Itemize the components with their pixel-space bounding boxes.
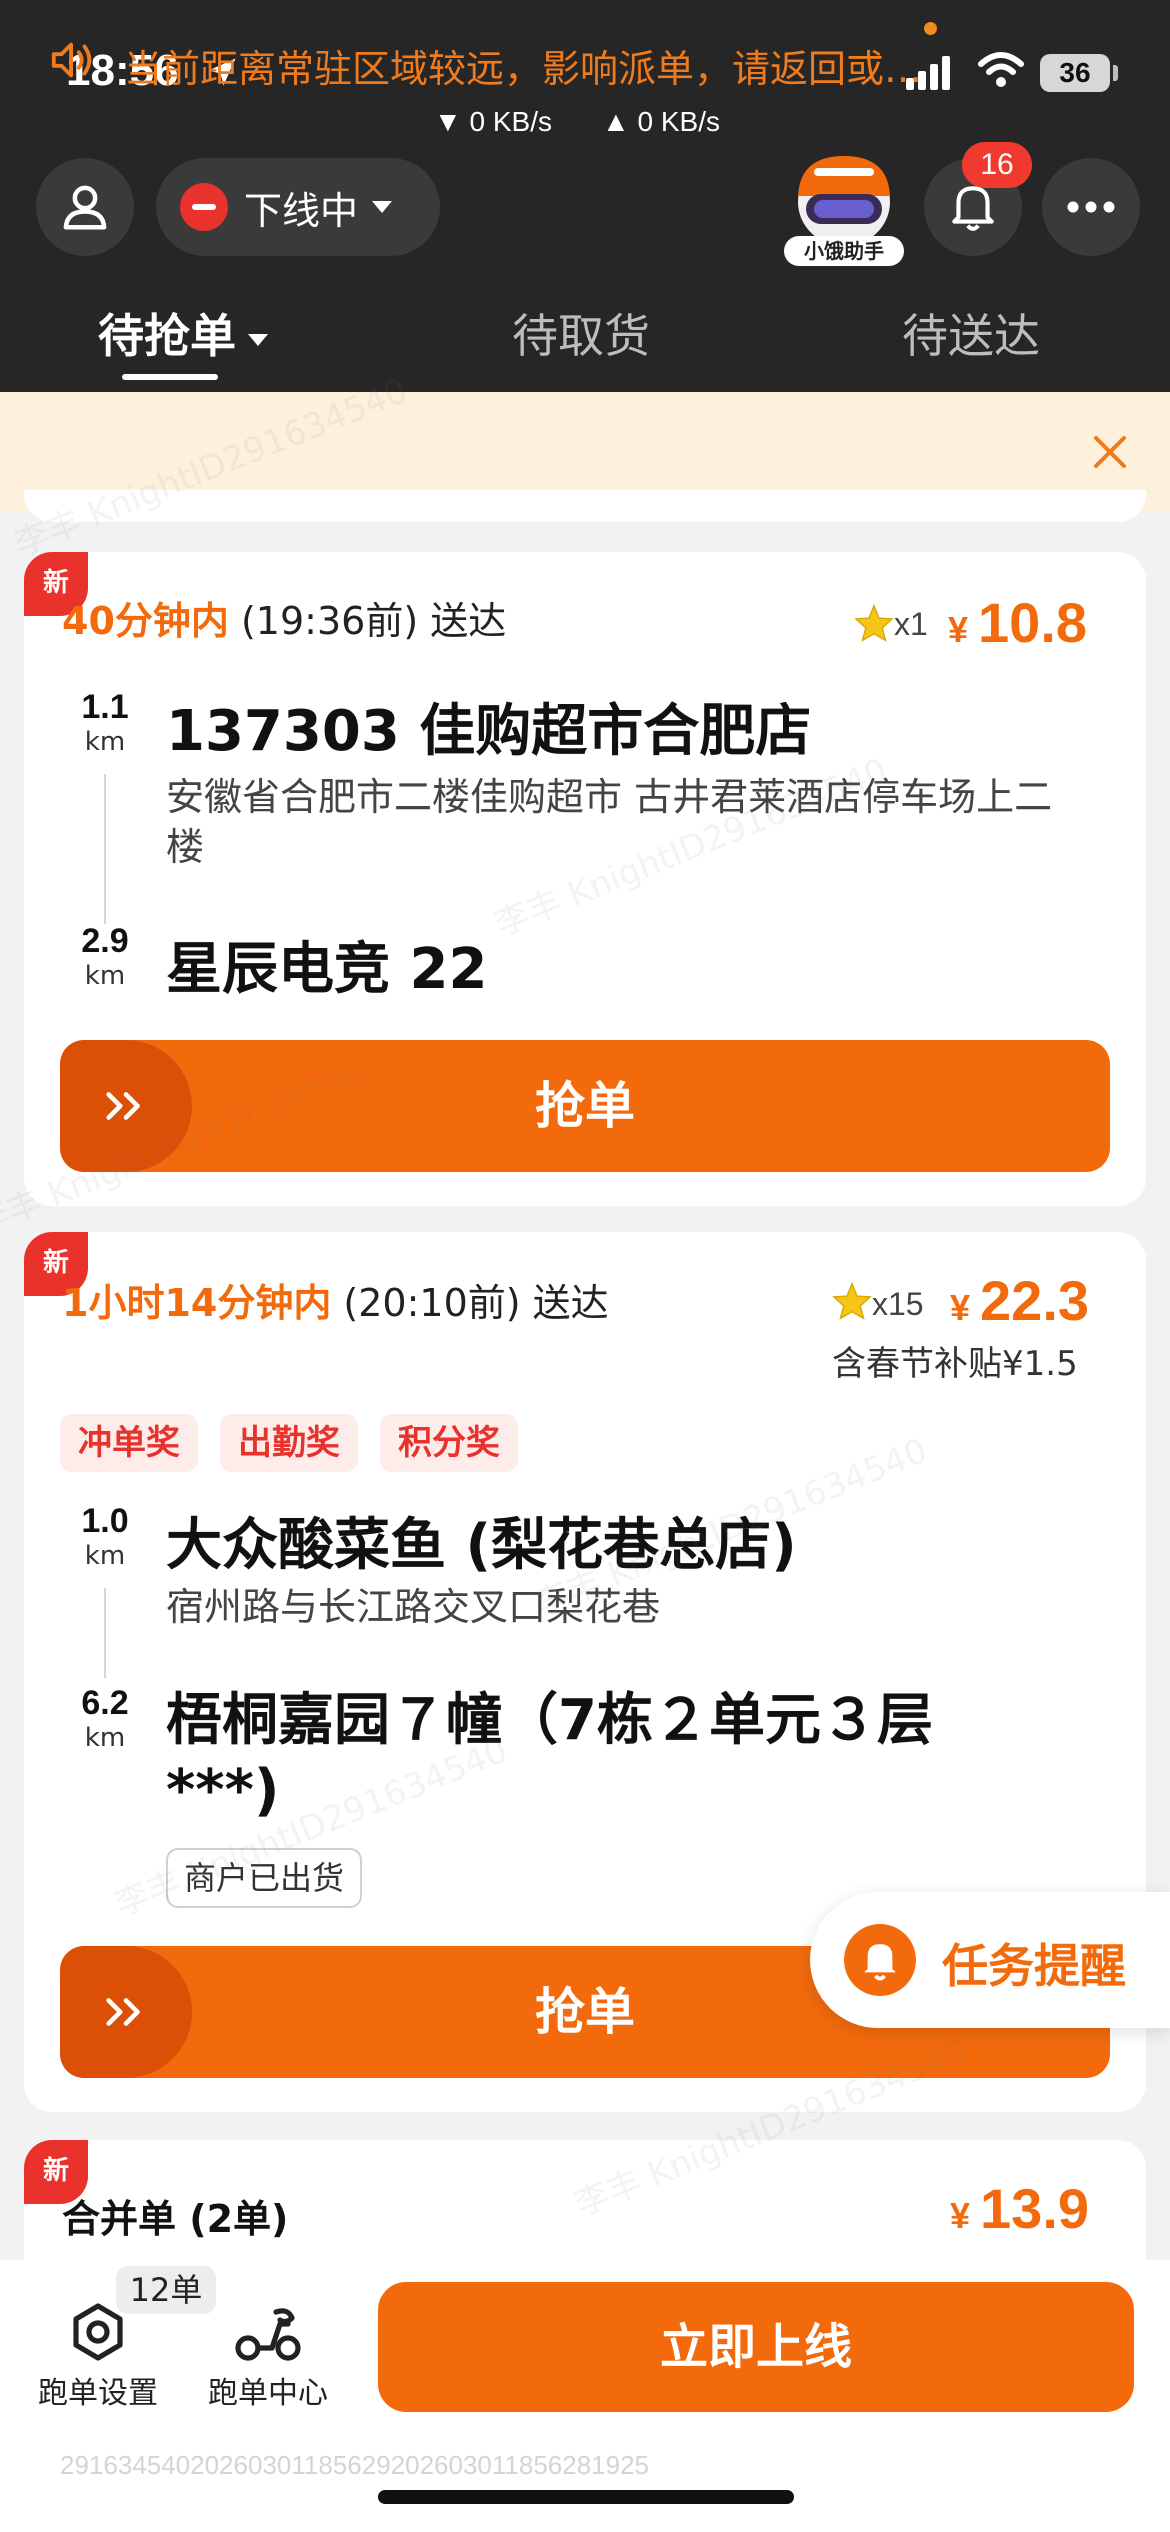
order-price: ¥22.3 [950, 1268, 1089, 1333]
merged-order-title: 合并单 (2单) [62, 2197, 289, 2241]
online-status-toggle[interactable]: 下线中 [156, 158, 440, 256]
distance-value: 1.1 [81, 688, 129, 726]
chevron-down-icon [372, 201, 393, 213]
online-status-label: 下线中 [244, 188, 359, 233]
run-settings-label: 跑单设置 [38, 2376, 158, 2411]
dropoff-name: 星辰电竞 22 [166, 937, 488, 1002]
tab-to-deliver[interactable]: 待送达 [902, 300, 1040, 366]
star-icon [854, 604, 894, 642]
delivery-deadline: (20:10前) 送达 [343, 1281, 609, 1325]
run-settings-button[interactable]: 跑单设置 [28, 2300, 168, 2412]
scooter-icon [235, 2308, 301, 2361]
reward-multiplier: x1 [894, 606, 928, 642]
close-icon[interactable] [1090, 432, 1130, 472]
more-dots-icon [1067, 201, 1115, 213]
tab-to-pickup[interactable]: 待取货 [512, 300, 650, 366]
distance-unit: km [84, 1541, 126, 1571]
distance-unit: km [84, 727, 126, 757]
task-reminder-button[interactable]: 任务提醒 [810, 1892, 1170, 2028]
price-value: 10.8 [978, 591, 1088, 654]
offline-minus-icon [180, 183, 228, 231]
run-center-label: 跑单中心 [208, 2376, 328, 2411]
route-line [104, 1588, 106, 1678]
order-price: ¥10.8 [948, 590, 1087, 655]
wifi-icon [978, 52, 1024, 87]
go-online-button[interactable]: 立即上线 [378, 2282, 1134, 2412]
distance-unit: km [84, 1723, 126, 1753]
active-tab-indicator [122, 374, 218, 380]
user-icon [63, 185, 107, 230]
run-center-button[interactable]: 跑单中心 [198, 2300, 338, 2412]
delivery-time-limit: 1小时14分钟内 [62, 1281, 332, 1325]
assistant-label: 小饿助手 [784, 236, 904, 266]
task-reminder-label: 任务提醒 [942, 1939, 1126, 1993]
pickup-distance: 1.0 km [60, 1502, 150, 1571]
reminder-bell-icon [844, 1924, 916, 1996]
order-price: ¥13.9 [950, 2176, 1089, 2241]
tab-label: 待抢单 [98, 309, 236, 363]
more-button[interactable] [1042, 158, 1140, 256]
star-icon [832, 1282, 872, 1320]
footer-id-text: 2916345402026030118562920260301185628192… [60, 2450, 649, 2480]
distance-value: 1.0 [81, 1502, 129, 1540]
delivery-time: 1小时14分钟内 (20:10前) 送达 [62, 1272, 609, 1327]
battery-indicator: 36 [1040, 54, 1110, 92]
distance-value: 6.2 [81, 1684, 129, 1722]
pickup-store-name: 137303 佳购超市合肥店 [166, 699, 812, 764]
reward-tag: 积分奖 [380, 1414, 518, 1472]
pickup-distance: 1.1 km [60, 688, 150, 757]
profile-button[interactable] [36, 158, 134, 256]
delivery-time-limit: 40分钟内 [62, 599, 229, 643]
delivery-deadline: (19:36前) 送达 [240, 599, 507, 643]
pickup-store-name: 大众酸菜鱼 (梨花巷总店) [166, 1513, 797, 1578]
grab-order-button[interactable]: 抢单 [60, 1040, 1110, 1172]
reward-multiplier: x15 [872, 1286, 924, 1322]
pickup-address: 安徽省合肥市二楼佳购超市 古井君莱酒店停车场上二楼 [166, 775, 1053, 869]
assistant-button[interactable]: 小饿助手 [784, 150, 904, 266]
notification-count-badge: 16 [962, 142, 1032, 188]
dropoff-distance: 6.2 km [60, 1684, 150, 1753]
distance-value: 2.9 [81, 922, 129, 960]
holiday-subsidy: 含春节补贴¥1.5 [832, 1344, 1078, 1384]
currency-symbol: ¥ [950, 1287, 971, 1328]
settings-hex-icon [73, 2303, 123, 2361]
robot-helmet-icon [798, 156, 890, 246]
reward-tag: 出勤奖 [220, 1414, 358, 1472]
price-value: 22.3 [980, 1269, 1090, 1332]
pickup-address: 宿州路与长江路交叉口梨花巷 [166, 1585, 661, 1629]
chevron-down-icon [248, 333, 268, 346]
merchant-status-chip: 商户已出货 [166, 1848, 363, 1908]
bell-icon [952, 186, 994, 231]
battery-nub [1113, 65, 1118, 81]
previous-order-card-edge [24, 490, 1146, 522]
dropoff-distance: 2.9 km [60, 922, 150, 991]
distance-unit: km [84, 961, 126, 991]
dropoff-name: 梧桐嘉园７幢（7栋２单元３层***) [166, 1688, 933, 1823]
speaker-icon [51, 42, 92, 78]
reward-tag: 冲单奖 [60, 1414, 198, 1472]
currency-symbol: ¥ [948, 609, 969, 650]
route-line [104, 774, 106, 924]
home-indicator[interactable] [378, 2490, 794, 2504]
delivery-time: 40分钟内 (19:36前) 送达 [62, 590, 506, 645]
grab-order-label: 抢单 [535, 1077, 635, 1135]
notice-text: 当前距离常驻区域较远，影响派单，请返回或… [124, 47, 923, 91]
download-speed: ▼ 0 KB/s [434, 106, 552, 137]
price-value: 13.9 [980, 2177, 1090, 2240]
privacy-indicator-dot [924, 22, 937, 35]
upload-speed: ▲ 0 KB/s [602, 106, 720, 137]
currency-symbol: ¥ [950, 2195, 971, 2236]
order-card[interactable]: 新 40分钟内 (19:36前) 送达 x1 ¥10.8 1.1 km 13730… [24, 552, 1146, 1206]
tab-to-grab[interactable]: 待抢单 [98, 300, 268, 366]
